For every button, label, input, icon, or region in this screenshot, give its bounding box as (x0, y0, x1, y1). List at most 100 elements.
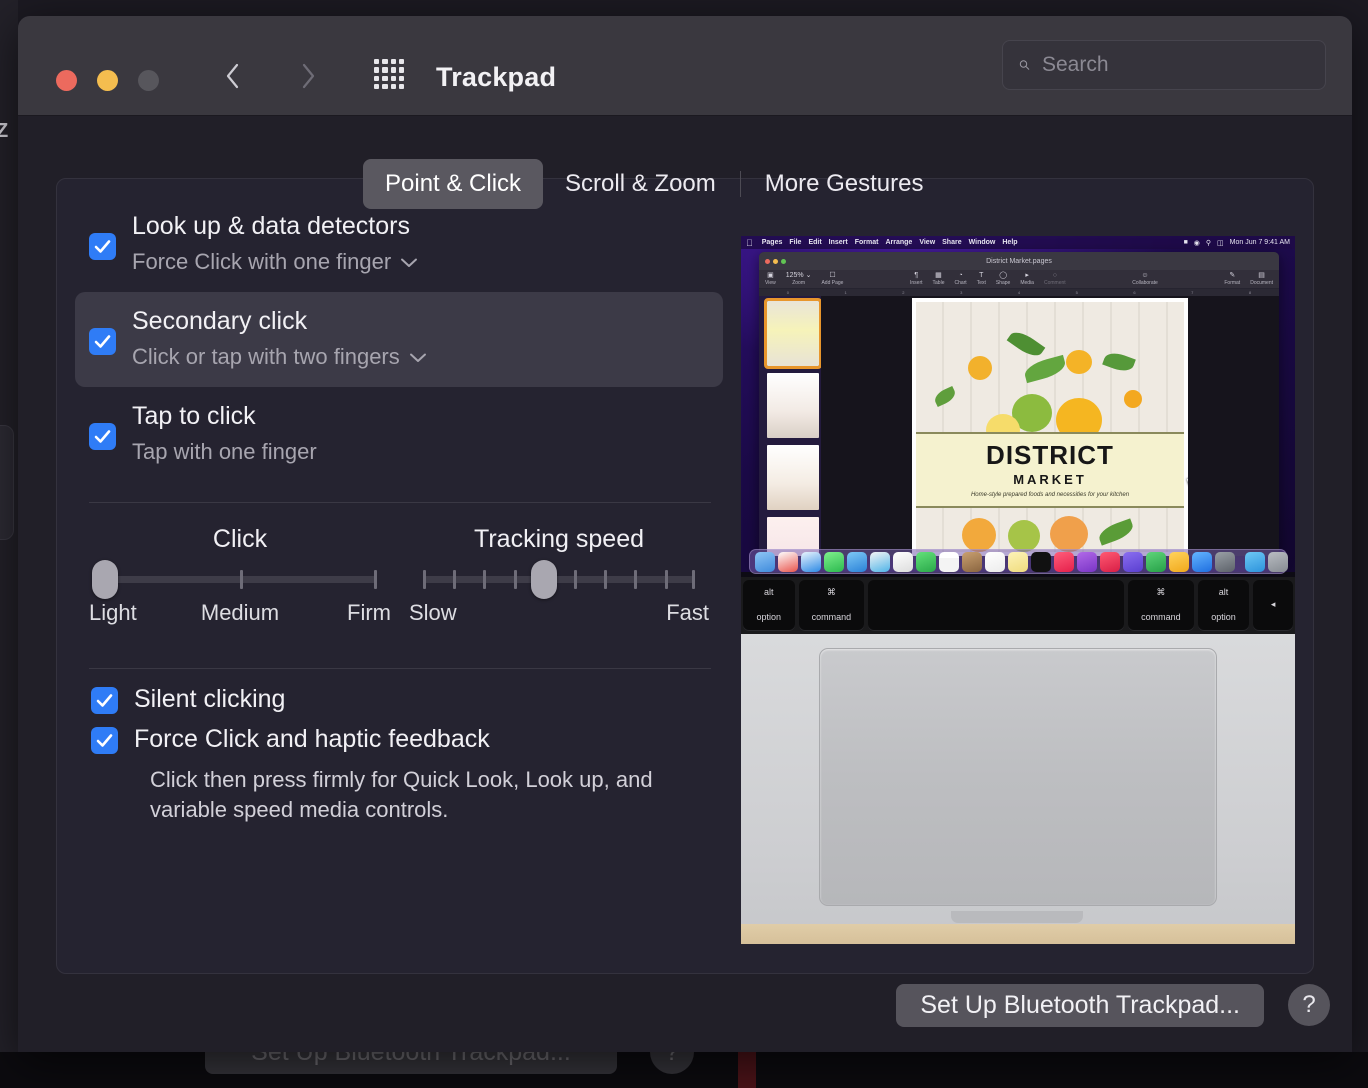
tab-separator (739, 171, 741, 197)
dock-icon-maps (870, 551, 890, 572)
dock-icon-system-preferences (1215, 551, 1235, 572)
settings-panel: Look up & data detectors Force Click wit… (56, 178, 1314, 974)
forward-button[interactable] (288, 54, 328, 98)
option-secondary-click[interactable]: Secondary click Click or tap with two fi… (75, 292, 723, 387)
dock-icon-facetime (916, 551, 936, 572)
option-popup-look-up[interactable]: Force Click with one finger (132, 246, 418, 278)
slider-knob-tracking[interactable] (530, 560, 557, 599)
ruler-mark: 1 (844, 290, 847, 295)
toolbar-view: ▣ View (765, 271, 776, 287)
apple-menu-icon:  (746, 238, 753, 248)
slider-label: Medium (200, 600, 280, 625)
slider-track-click[interactable] (92, 560, 377, 599)
option-look-up-data-detectors[interactable]: Look up & data detectors Force Click wit… (75, 197, 723, 292)
set-up-bluetooth-trackpad-button[interactable]: Set Up Bluetooth Trackpad... (896, 984, 1264, 1027)
dock-icon-safari (801, 551, 821, 572)
preview-pages-window: District Market.pages ▣ View 125% ⌄ Zoom… (759, 252, 1279, 556)
close-button[interactable] (56, 70, 77, 91)
page-thumbnail-2 (767, 373, 819, 438)
slider-group-click: Click Light Medium Firm (89, 525, 391, 626)
checkbox-secondary-click[interactable] (89, 328, 116, 355)
checkbox-silent-clicking[interactable] (91, 687, 118, 714)
menu-item-view: View (912, 239, 935, 246)
trackpad-surface (819, 648, 1217, 906)
slider-knob-click[interactable] (92, 560, 118, 599)
checkbox-force-click-haptic[interactable] (91, 727, 118, 754)
toolbar-shape: ◯ Shape (995, 271, 1011, 287)
page-title: Trackpad (436, 62, 557, 92)
option-text-group: Look up & data detectors Force Click wit… (132, 209, 418, 278)
control-center-icon: ◫ (1217, 239, 1224, 247)
bottom-checkbox-group: Silent clicking Force Click and haptic f… (75, 685, 723, 825)
dock-icon-notes (1008, 551, 1028, 572)
ruler-mark: 2 (902, 290, 905, 295)
tab-point-and-click[interactable]: Point & Click (363, 159, 544, 209)
slider-tick (634, 570, 638, 589)
key-arrow-left: ◂ (1253, 580, 1293, 631)
trackpad-preferences-window: Trackpad Point & Click Scroll & Zoom Mor… (18, 16, 1352, 1052)
dock-icon-downloads (1245, 551, 1265, 572)
slider-labels-tracking: Slow Fast (409, 600, 709, 626)
ruler-mark: 0 (786, 290, 789, 295)
help-button[interactable]: ? (1288, 984, 1330, 1026)
search-field[interactable] (1002, 40, 1326, 90)
option-silent-clicking[interactable]: Silent clicking (91, 685, 723, 714)
checkbox-tap-to-click[interactable] (89, 423, 116, 450)
slider-tick (483, 570, 487, 589)
option-subtitle: Tap with one finger (132, 439, 317, 464)
window-titlebar: Trackpad (18, 16, 1352, 116)
preview-document-title: District Market.pages (986, 257, 1052, 265)
show-all-preferences-icon[interactable] (368, 55, 410, 93)
toolbar-comment: ○ Comment (1043, 271, 1066, 287)
option-popup-secondary-click[interactable]: Click or tap with two fingers (132, 341, 427, 373)
toolbar-table: ▦ Table (932, 271, 945, 287)
minimize-button[interactable] (97, 70, 118, 91)
menu-item-insert: Insert (821, 239, 848, 246)
toolbar-media: ▸ Media (1020, 271, 1034, 287)
key-space (868, 580, 1125, 631)
dock-icon-trash (1268, 551, 1288, 572)
settings-left-column: Look up & data detectors Force Click wit… (75, 197, 723, 825)
preview-pages-toolbar: ▣ View 125% ⌄ Zoom ☐ Add Page ¶ Insert ▦… (759, 270, 1279, 289)
dock-icon-podcasts (1077, 551, 1097, 572)
back-button[interactable] (212, 54, 252, 98)
window-footer: Set Up Bluetooth Trackpad... ? (18, 984, 1352, 1052)
option-tap-to-click[interactable]: Tap to click Tap with one finger (75, 387, 723, 482)
option-title: Secondary click (132, 307, 308, 335)
slider-label: Firm (347, 600, 392, 625)
slider-labels-click: Light Medium Firm (89, 600, 391, 626)
chevron-right-icon (302, 63, 314, 89)
checkbox-look-up-data-detectors[interactable] (89, 233, 116, 260)
view-icon: ▣ (767, 271, 774, 279)
option-force-click-haptic[interactable]: Force Click and haptic feedback (91, 725, 723, 754)
dock-icon-messages (824, 551, 844, 572)
chevron-down-icon (400, 257, 418, 268)
ruler-mark: 7 (1191, 290, 1194, 295)
battery-icon: ■ (1183, 239, 1188, 246)
insert-icon: ¶ (914, 271, 919, 279)
tab-scroll-and-zoom[interactable]: Scroll & Zoom (543, 159, 738, 209)
table-icon: ▦ (935, 271, 942, 279)
dock-icon-app-store (1192, 551, 1212, 572)
add-page-icon: ☐ (829, 271, 836, 279)
key-command-left: ⌘ command (798, 580, 865, 631)
zoom-button[interactable] (138, 70, 159, 91)
toolbar-text: T Text (976, 271, 986, 287)
slider-track-tracking[interactable] (423, 560, 695, 599)
poster-title-line2: MARKET (1013, 472, 1087, 487)
dock-icon-pages (1169, 551, 1189, 572)
slider-tick (453, 570, 457, 589)
preview-pages-body: DISTRICT MARKET Home-style prepared food… (759, 296, 1279, 556)
checkmark-icon (94, 240, 111, 253)
menu-item-help: Help (995, 239, 1017, 246)
slider-tick (692, 570, 695, 589)
slider-tick (604, 570, 608, 589)
toolbar-collaborate: ☺ Collaborate (1132, 271, 1158, 287)
search-input[interactable] (1042, 53, 1313, 77)
divider-top (89, 502, 711, 503)
toolbar-document: ▤ Document (1250, 271, 1273, 287)
toolbar-format: ✎ Format (1224, 271, 1241, 287)
checkmark-icon (96, 734, 113, 747)
checkmark-icon (96, 694, 113, 707)
tab-more-gestures[interactable]: More Gestures (743, 159, 946, 209)
